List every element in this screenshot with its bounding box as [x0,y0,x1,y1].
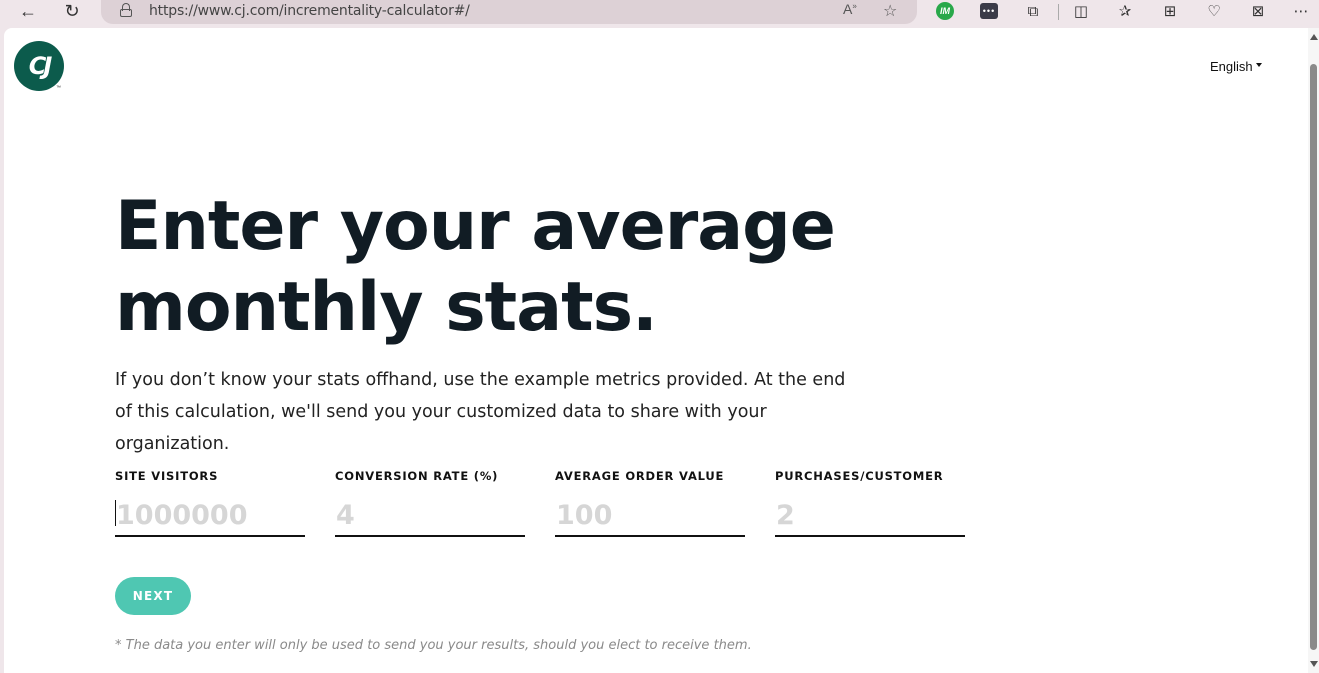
favorite-star-icon[interactable]: ☆ [883,1,897,21]
language-selector[interactable]: English [1210,59,1262,74]
page-headline: Enter your average monthly stats. [115,187,836,347]
site-visitors-field: SITE VISITORS [115,469,305,537]
favorites-icon[interactable]: ✰ [1113,0,1137,22]
trademark-mark: ™ [56,85,61,91]
next-button[interactable]: NEXT [115,577,191,615]
average-order-value-field: AVERAGE ORDER VALUE [555,469,745,537]
disclaimer-text: * The data you enter will only be used t… [115,638,752,653]
back-icon[interactable]: ← [14,0,42,22]
scroll-down-icon[interactable] [1310,661,1318,667]
more-icon[interactable]: ⋯ [1289,0,1313,22]
purchases-per-customer-input[interactable] [775,497,965,537]
site-visitors-label: SITE VISITORS [115,469,219,483]
extensions-icon[interactable]: ⧉ [1021,0,1045,22]
page-scrollbar[interactable] [1308,28,1319,673]
language-label: English [1210,59,1253,74]
average-order-value-label: AVERAGE ORDER VALUE [555,469,725,483]
purchases-per-customer-label: PURCHASES/CUSTOMER [775,469,944,483]
scroll-thumb[interactable] [1310,64,1317,650]
refresh-icon[interactable]: ↻ [58,0,86,22]
text-cursor [115,500,116,526]
page-viewport: CJ ™ English Enter your average monthly … [4,28,1308,673]
cj-logo[interactable]: CJ [14,41,64,91]
im-extension-icon[interactable]: IM [933,0,957,22]
conversion-rate-field: CONVERSION RATE (%) [335,469,525,537]
dots-extension-icon[interactable]: ••• [977,0,1001,22]
purchases-per-customer-field: PURCHASES/CUSTOMER [775,469,965,537]
logo-text: CJ [28,52,52,80]
collections-icon[interactable]: ⊞ [1158,0,1182,22]
toolbar-divider [1058,4,1059,20]
address-bar[interactable]: https://www.cj.com/incrementality-calcul… [101,0,917,24]
url-text[interactable]: https://www.cj.com/incrementality-calcul… [149,3,470,19]
browser-toolbar: ← ↻ https://www.cj.com/incrementality-ca… [0,0,1319,28]
conversion-rate-input[interactable] [335,497,525,537]
conversion-rate-label: CONVERSION RATE (%) [335,469,499,483]
screenshot-icon[interactable]: ⊠ [1246,0,1270,22]
scroll-up-icon[interactable] [1310,34,1318,40]
site-visitors-input[interactable] [115,497,305,537]
read-aloud-icon[interactable]: A» [843,1,857,17]
caret-down-icon [1255,62,1262,67]
average-order-value-input[interactable] [555,497,745,537]
im-extension-label: IM [936,2,954,20]
heart-pulse-icon[interactable]: ♡ [1202,0,1226,22]
lock-icon[interactable] [120,3,132,17]
split-screen-icon[interactable]: ◫ [1069,0,1093,22]
intro-text: If you don’t know your stats offhand, us… [115,370,846,454]
